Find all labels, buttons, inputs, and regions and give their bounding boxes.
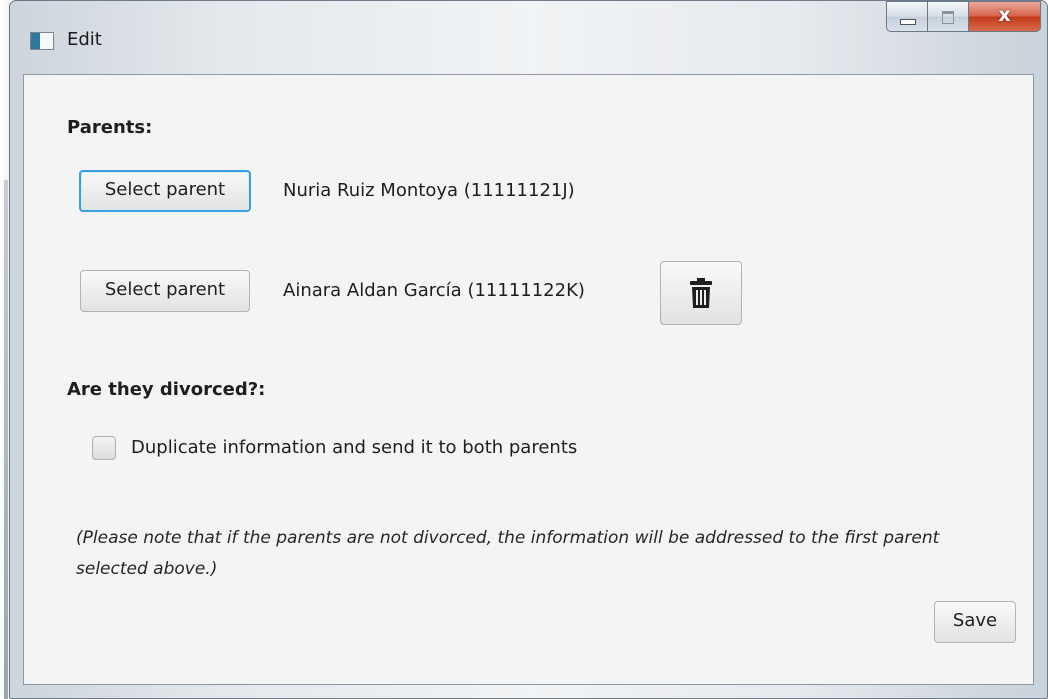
select-parent-2-button[interactable]: Select parent: [80, 270, 250, 312]
duplicate-info-label[interactable]: Duplicate information and send it to bot…: [131, 437, 577, 458]
title-bar[interactable]: Edit x: [10, 1, 1047, 81]
edit-window: Edit x Parents: Select parent Nuria Ruiz…: [9, 0, 1048, 699]
close-button[interactable]: x: [969, 1, 1041, 32]
duplicate-info-checkbox[interactable]: [92, 436, 116, 460]
minimize-icon: [900, 19, 916, 25]
caption-buttons: x: [886, 1, 1041, 33]
parent-1-name: Nuria Ruiz Montoya (11111121J): [283, 180, 575, 201]
divorce-note: (Please note that if the parents are not…: [76, 528, 940, 579]
background-window-shade: [4, 180, 8, 699]
window-title: Edit: [67, 29, 102, 50]
minimize-button[interactable]: [886, 1, 928, 32]
delete-parent-2-button[interactable]: [660, 261, 742, 325]
select-parent-1-button[interactable]: Select parent: [79, 170, 251, 212]
save-button[interactable]: Save: [934, 601, 1016, 643]
close-icon: x: [998, 4, 1011, 26]
trash-icon: [690, 278, 712, 308]
app-window-icon: [30, 32, 54, 50]
divorced-heading: Are they divorced?:: [67, 379, 266, 400]
maximize-button[interactable]: [928, 1, 969, 32]
dialog-content: Parents: Select parent Nuria Ruiz Montoy…: [23, 74, 1034, 685]
background-window-edge: [0, 0, 9, 699]
maximize-icon: [942, 11, 954, 24]
parents-heading: Parents:: [67, 117, 153, 138]
parent-2-name: Ainara Aldan García (11111122K): [283, 280, 585, 301]
